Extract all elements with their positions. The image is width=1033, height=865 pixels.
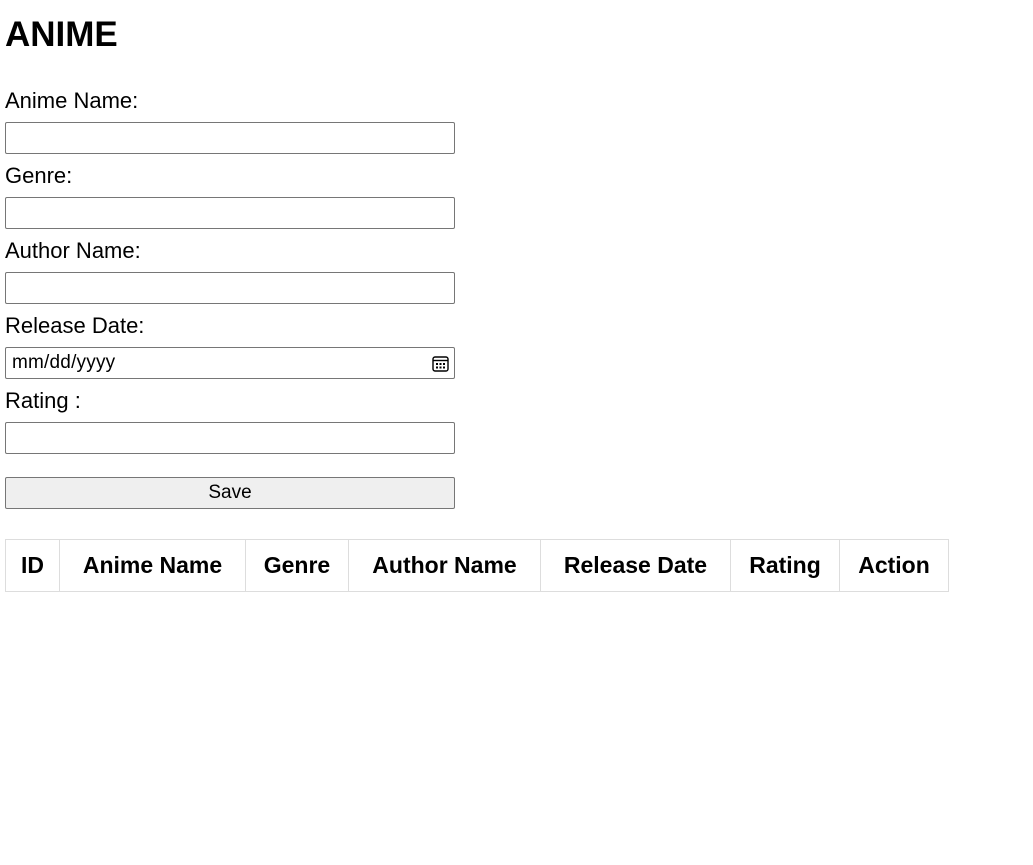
author-name-input[interactable] xyxy=(5,272,455,304)
genre-label: Genre: xyxy=(5,163,73,188)
author-name-label: Author Name: xyxy=(5,238,141,263)
calendar-icon[interactable] xyxy=(431,354,449,372)
header-id: ID xyxy=(5,539,60,592)
header-rating: Rating xyxy=(730,539,840,592)
release-date-label: Release Date: xyxy=(5,313,145,338)
table-header-row: ID Anime Name Genre Author Name Release … xyxy=(5,539,949,592)
header-anime-name: Anime Name xyxy=(59,539,246,592)
save-button[interactable]: Save xyxy=(5,477,455,509)
header-action: Action xyxy=(839,539,949,592)
anime-name-label: Anime Name: xyxy=(5,88,139,113)
release-date-placeholder: mm/dd/yyyy xyxy=(12,352,116,373)
anime-name-input[interactable] xyxy=(5,122,455,154)
header-author-name: Author Name xyxy=(348,539,541,592)
rating-input[interactable] xyxy=(5,422,455,454)
header-genre: Genre xyxy=(245,539,349,592)
anime-table: ID Anime Name Genre Author Name Release … xyxy=(5,539,949,592)
genre-input[interactable] xyxy=(5,197,455,229)
rating-label: Rating : xyxy=(5,388,81,413)
page-title: ANIME xyxy=(5,15,118,54)
release-date-input[interactable]: mm/dd/yyyy xyxy=(5,347,455,379)
header-release-date: Release Date xyxy=(540,539,731,592)
